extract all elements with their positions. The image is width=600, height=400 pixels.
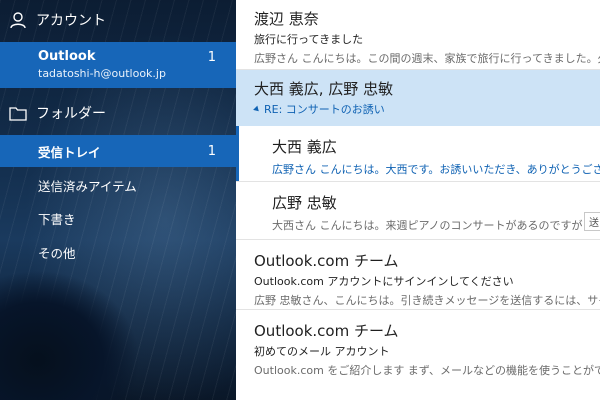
message-subject: 初めてのメール アカウント bbox=[254, 345, 390, 358]
message-preview: 広野 忠敏さん、こんにちは。引き続きメッセージを送信するには、サインインして bbox=[254, 294, 600, 307]
thread-subject: RE: コンサートのお誘い bbox=[253, 101, 600, 117]
folder-drafts[interactable]: 下書き bbox=[0, 202, 236, 234]
account-email: tadatoshi-h@outlook.jp bbox=[38, 67, 166, 80]
message-sender: 広野 忠敏 bbox=[272, 194, 337, 212]
message-sender: 大西 義広 bbox=[272, 138, 337, 156]
accounts-header-label: アカウント bbox=[36, 13, 106, 29]
thread-message-item[interactable]: 大西 義広 広野さん こんにちは。大西です。お誘いいただき、ありがとうございまし… bbox=[236, 126, 600, 182]
thread-participants: 大西 義広, 広野 忠敏 bbox=[254, 80, 394, 98]
folder-icon bbox=[8, 103, 28, 123]
account-outlook[interactable]: Outlook tadatoshi-h@outlook.jp 1 bbox=[0, 42, 236, 88]
message-subject: 旅行に行ってきました bbox=[254, 33, 364, 46]
sidebar: アカウント Outlook tadatoshi-h@outlook.jp 1 フ… bbox=[0, 0, 236, 400]
folders-header-label: フォルダー bbox=[36, 106, 106, 122]
message-item[interactable]: Outlook.com チーム Outlook.com アカウントにサインインし… bbox=[236, 240, 600, 310]
thread-expand-icon[interactable] bbox=[253, 105, 261, 113]
conversation-thread[interactable]: 大西 義広, 広野 忠敏 RE: コンサートのお誘い bbox=[236, 70, 600, 126]
message-preview: 広野さん こんにちは。この間の週末、家族で旅行に行ってきました。久しぶりの bbox=[254, 52, 600, 65]
folder-inbox-label: 受信トレイ bbox=[38, 144, 101, 160]
folder-more[interactable]: その他 bbox=[0, 236, 236, 268]
message-sender: Outlook.com チーム bbox=[254, 322, 399, 340]
folder-inbox-count: 1 bbox=[207, 143, 216, 159]
message-item[interactable]: Outlook.com チーム 初めてのメール アカウント Outlook.co… bbox=[236, 310, 600, 400]
accounts-header[interactable]: アカウント bbox=[0, 0, 236, 40]
sent-label: 送 bbox=[584, 212, 600, 231]
message-item[interactable]: 渡辺 恵奈 旅行に行ってきました 広野さん こんにちは。この間の週末、家族で旅行… bbox=[236, 0, 600, 70]
message-sender: Outlook.com チーム bbox=[254, 252, 399, 270]
folder-sent[interactable]: 送信済みアイテム bbox=[0, 169, 236, 201]
message-list: 渡辺 恵奈 旅行に行ってきました 広野さん こんにちは。この間の週末、家族で旅行… bbox=[236, 0, 600, 400]
person-icon bbox=[8, 10, 28, 30]
message-preview: 広野さん こんにちは。大西です。お誘いいただき、ありがとうございました。ちょ bbox=[272, 163, 600, 176]
folder-inbox[interactable]: 受信トレイ 1 bbox=[0, 135, 236, 167]
message-subject: Outlook.com アカウントにサインインしてください bbox=[254, 275, 514, 288]
message-preview: 大西さん こんにちは。来週ピアノのコンサートがあるのですが ご一緒に bbox=[272, 219, 600, 232]
background-tree bbox=[0, 270, 140, 400]
folders-header[interactable]: フォルダー bbox=[0, 93, 236, 133]
account-name: Outlook bbox=[38, 49, 96, 64]
thread-message-item[interactable]: 広野 忠敏 大西さん こんにちは。来週ピアノのコンサートがあるのですが ご一緒に… bbox=[236, 182, 600, 240]
folder-sent-label: 送信済みアイテム bbox=[38, 178, 137, 194]
account-unread-count: 1 bbox=[207, 50, 216, 65]
thread-subject-text: RE: コンサートのお誘い bbox=[264, 103, 385, 116]
unread-indicator bbox=[236, 126, 239, 181]
folder-more-label: その他 bbox=[38, 245, 76, 261]
message-sender: 渡辺 恵奈 bbox=[254, 10, 319, 28]
message-preview: Outlook.com をご紹介します まず、メールなどの機能を使うことができる… bbox=[254, 364, 600, 377]
folder-drafts-label: 下書き bbox=[38, 211, 76, 227]
